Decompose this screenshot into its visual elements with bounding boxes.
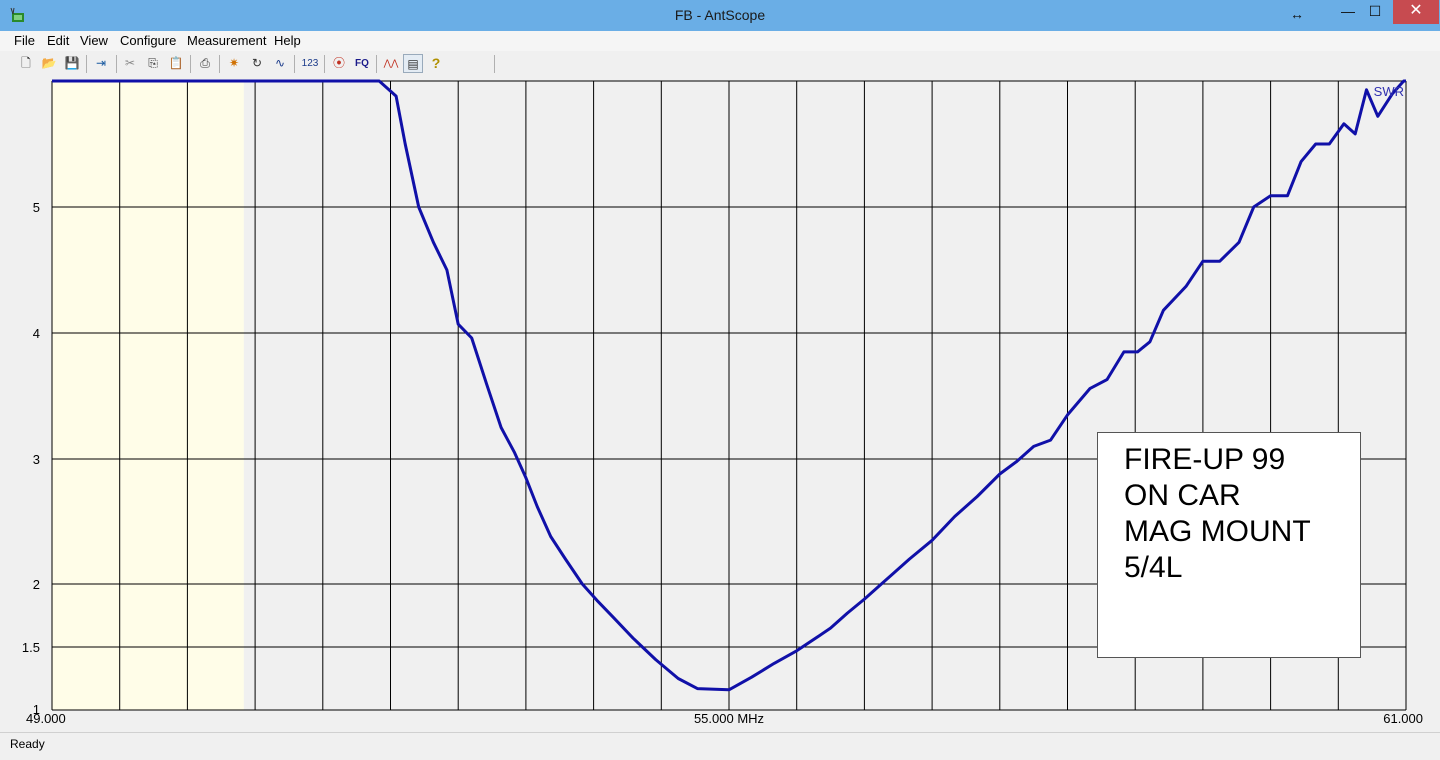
note-line: MAG MOUNT <box>1124 515 1311 548</box>
print-icon[interactable]: ⎙ <box>195 54 215 73</box>
refresh-icon[interactable]: ↻ <box>247 54 267 73</box>
options-icon[interactable]: ▤ <box>403 54 423 73</box>
toolbar-separator <box>190 55 191 73</box>
numeric-icon[interactable]: 123 <box>298 54 322 73</box>
open-folder-icon[interactable]: 📂 <box>39 54 59 73</box>
maximize-button[interactable]: ☐ <box>1362 0 1388 24</box>
series-label-swr: SWR <box>1374 84 1404 99</box>
toolbar-separator <box>219 55 220 73</box>
toolbar-separator <box>324 55 325 73</box>
toolbar-separator <box>494 55 495 73</box>
annotation-note[interactable]: FIRE-UP 99 ON CAR MAG MOUNT 5/4L <box>1097 432 1361 658</box>
fq-icon[interactable]: FQ <box>352 54 372 73</box>
menu-bar: File Edit View Configure Measurement Hel… <box>0 31 1440 51</box>
paste-icon[interactable]: 📋 <box>166 54 186 73</box>
note-line: ON CAR <box>1124 479 1241 512</box>
y-tick-label: 3 <box>33 452 40 467</box>
y-tick-label: 4 <box>33 326 40 341</box>
x-tick-label: 55.000 MHz <box>694 711 764 726</box>
window-title: FB - AntScope <box>674 7 766 23</box>
menu-file[interactable]: File <box>14 33 35 48</box>
resize-arrows-icon[interactable]: ↔ <box>1285 3 1309 27</box>
toolbar-separator <box>86 55 87 73</box>
toolbar-separator <box>376 55 377 73</box>
y-tick-label: 2 <box>33 577 40 592</box>
x-tick-label: 61.000 <box>1383 711 1423 726</box>
title-bar: FB - AntScope ↔ — ☐ ✕ <box>0 0 1440 31</box>
measure-icon[interactable]: ✷ <box>224 54 244 73</box>
status-bar: Ready <box>0 732 1440 760</box>
menu-view[interactable]: View <box>80 33 108 48</box>
graph-icon[interactable]: ∿ <box>270 54 290 73</box>
cut-icon[interactable]: ✂ <box>120 54 140 73</box>
toolbar-separator <box>116 55 117 73</box>
highlight-band <box>52 81 244 710</box>
toolbar-separator <box>294 55 295 73</box>
menu-configure[interactable]: Configure <box>120 33 176 48</box>
save-icon[interactable]: 💾 <box>62 54 82 73</box>
export-icon[interactable]: ⇥ <box>91 54 111 73</box>
curves-icon[interactable]: ⋀⋀ <box>381 54 401 73</box>
note-line: FIRE-UP 99 <box>1124 443 1286 476</box>
menu-help[interactable]: Help <box>274 33 301 48</box>
y-tick-label: 1.5 <box>22 640 40 655</box>
close-button[interactable]: ✕ <box>1393 0 1439 24</box>
y-tick-label: 5 <box>33 200 40 215</box>
x-tick-label: 49.000 <box>26 711 66 726</box>
toolbar: 🗋 📂 💾 ⇥ ✂ ⎘ 📋 ⎙ ✷ ↻ ∿ 123 ⦿ FQ ⋀⋀ ▤ ? <box>0 51 1440 77</box>
menu-edit[interactable]: Edit <box>47 33 69 48</box>
new-file-icon[interactable]: 🗋 <box>16 54 36 73</box>
copy-icon[interactable]: ⎘ <box>143 54 163 73</box>
antenna-icon[interactable]: ⦿ <box>329 54 349 73</box>
note-line: 5/4L <box>1124 551 1183 584</box>
menu-measurement[interactable]: Measurement <box>187 33 266 48</box>
help-icon[interactable]: ? <box>426 54 446 73</box>
minimize-button[interactable]: — <box>1335 0 1361 24</box>
status-text: Ready <box>10 737 45 751</box>
